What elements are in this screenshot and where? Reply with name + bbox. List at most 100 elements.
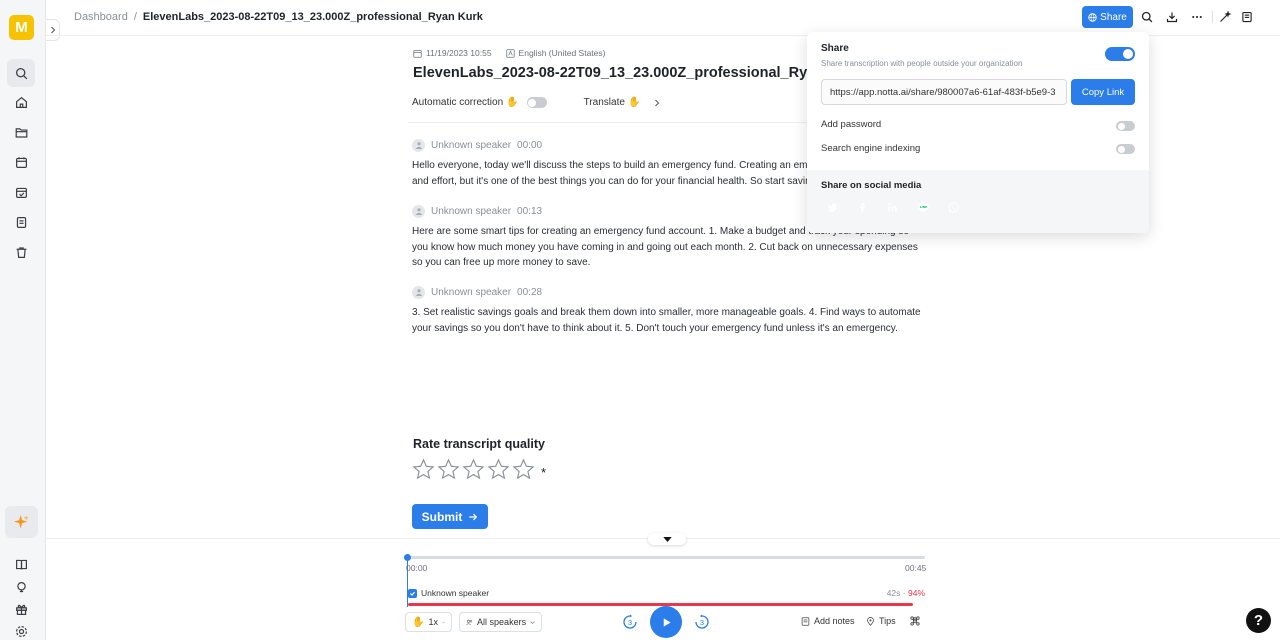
social-share-title: Share on social media — [821, 180, 922, 191]
summary-panel-icon[interactable] — [1239, 9, 1255, 25]
share-link-field[interactable]: https://app.notta.ai/share/980007a6-61af… — [821, 79, 1067, 105]
sparkle-icon — [13, 514, 29, 528]
language-icon — [505, 48, 515, 58]
playback-speed-select[interactable]: ✋ 1x — [405, 612, 452, 632]
share-panel-subtitle: Share transcription with people outside … — [821, 59, 1023, 68]
segment-text[interactable]: 3. Set realistic savings goals and break… — [412, 305, 922, 336]
notes-icon[interactable] — [7, 208, 35, 236]
line-glyph: LINE — [920, 205, 927, 209]
breadcrumb-separator: / — [133, 11, 137, 23]
speaker-share-bar — [408, 603, 913, 606]
trash-icon[interactable] — [7, 238, 35, 266]
segment-speaker: Unknown speaker 00:28 — [412, 285, 922, 299]
globe-icon — [1088, 12, 1097, 22]
add-password-label: Add password — [821, 119, 882, 130]
speaker-avatar-icon[interactable] — [412, 138, 425, 152]
download-icon[interactable] — [1164, 9, 1180, 25]
current-time: 00:00 — [406, 563, 428, 573]
social-share-section: Share on social media LINE — [807, 170, 1149, 233]
translate-label[interactable]: Translate — [584, 97, 625, 108]
help-button[interactable]: ? — [1246, 608, 1271, 633]
segment-time[interactable]: 00:13 — [517, 206, 542, 217]
caret-down-icon — [662, 536, 672, 542]
shortcuts-button[interactable] — [910, 616, 920, 626]
chevron-right-icon[interactable] — [654, 99, 660, 107]
skip-back-icon[interactable]: 3 — [622, 614, 638, 630]
speaker-name[interactable]: Unknown speaker — [431, 140, 511, 151]
share-button[interactable]: Share — [1082, 6, 1133, 28]
speaker-name[interactable]: Unknown speaker — [431, 287, 511, 298]
breadcrumb: Dashboard / ElevenLabs_2023-08-22T09_13_23… — [74, 11, 483, 23]
rating-star-icon[interactable] — [462, 458, 485, 481]
speaker-name[interactable]: Unknown speaker — [431, 206, 511, 217]
language-meta[interactable]: English (United States) — [505, 48, 606, 58]
add-notes-label: Add notes — [814, 616, 855, 626]
folder-icon[interactable] — [7, 118, 35, 146]
premium-hand-icon: ✋ — [412, 616, 425, 628]
document-title[interactable]: ElevenLabs_2023-08-22T09_13_23.000Z_prof… — [413, 65, 808, 81]
auto-correction-toggle[interactable] — [526, 97, 547, 108]
submit-rating-button[interactable]: Submit — [412, 504, 488, 529]
premium-hand-icon: ✋ — [506, 97, 519, 108]
playhead-handle[interactable] — [404, 554, 411, 561]
segment-time[interactable]: 00:28 — [517, 287, 542, 298]
rating-star-icon[interactable] — [487, 458, 510, 481]
copy-link-button[interactable]: Copy Link — [1071, 79, 1135, 105]
share-panel-title: Share — [821, 43, 849, 54]
required-mark: * — [541, 465, 547, 480]
tips-button[interactable]: Tips — [866, 616, 896, 626]
linkedin-icon[interactable] — [882, 197, 903, 218]
calendar-icon[interactable] — [7, 148, 35, 176]
line-icon[interactable]: LINE — [913, 197, 934, 218]
transcript-segment: Unknown speaker 00:28 3. Set realistic s… — [412, 285, 922, 336]
breadcrumb-current: ElevenLabs_2023-08-22T09_13_23.000Z_prof… — [142, 11, 483, 23]
add-notes-button[interactable]: Add notes — [801, 616, 855, 626]
facebook-icon[interactable] — [852, 197, 873, 218]
playback-track[interactable] — [407, 556, 925, 559]
search-indexing-label: Search engine indexing — [821, 143, 921, 154]
play-button[interactable] — [650, 606, 682, 638]
ai-assistant-button[interactable] — [5, 506, 38, 538]
search-icon[interactable] — [1139, 9, 1155, 25]
workspace-logo[interactable]: M — [9, 15, 34, 40]
check-icon — [410, 591, 416, 596]
date-meta: 11/19/2023 10:55 — [413, 48, 492, 58]
add-password-toggle[interactable] — [1116, 121, 1135, 131]
share-enable-toggle[interactable] — [1105, 47, 1135, 61]
star-rating: * — [412, 458, 546, 481]
speaker-avatar-icon[interactable] — [412, 204, 425, 218]
speaker-avatar-icon[interactable] — [412, 285, 425, 299]
premium-hand-icon: ✋ — [627, 97, 641, 108]
skip-forward-seconds: 3 — [700, 618, 704, 627]
arrow-right-icon — [469, 513, 478, 520]
calendar-check-icon[interactable] — [7, 178, 35, 206]
rating-star-icon[interactable] — [412, 458, 435, 481]
speakers-filter-select[interactable]: All speakers — [459, 612, 542, 632]
whatsapp-icon[interactable] — [943, 197, 964, 218]
tips-label: Tips — [879, 616, 896, 626]
chevron-down-icon — [442, 621, 445, 623]
speaker-timeline-row: Unknown speaker 42s · 94% — [408, 588, 925, 598]
player-collapse-toggle[interactable] — [648, 533, 686, 545]
breadcrumb-dashboard-link[interactable]: Dashboard — [74, 11, 128, 23]
document-language: English (United States) — [518, 48, 606, 58]
home-icon[interactable] — [7, 88, 35, 116]
share-panel: Share Share transcription with people ou… — [807, 32, 1149, 233]
more-options-icon[interactable] — [1189, 9, 1205, 25]
sidebar-search-icon[interactable] — [7, 59, 35, 87]
twitter-icon[interactable] — [822, 197, 843, 218]
segment-time[interactable]: 00:00 — [517, 140, 542, 151]
location-pin-icon — [867, 616, 874, 626]
magic-wand-icon[interactable] — [1217, 9, 1233, 25]
search-indexing-toggle[interactable] — [1116, 144, 1135, 154]
settings-gear-icon[interactable] — [7, 617, 35, 640]
auto-correction-label: Automatic correction — [412, 97, 504, 108]
skip-forward-icon[interactable]: 3 — [694, 614, 710, 630]
calendar-small-icon — [413, 49, 422, 58]
rating-star-icon[interactable] — [437, 458, 460, 481]
speaker-duration: 42s — [886, 588, 901, 598]
submit-label: Submit — [421, 509, 463, 524]
speakers-filter-value: All speakers — [477, 617, 527, 627]
speaker-checkbox[interactable] — [408, 588, 417, 598]
rating-star-icon[interactable] — [512, 458, 535, 481]
